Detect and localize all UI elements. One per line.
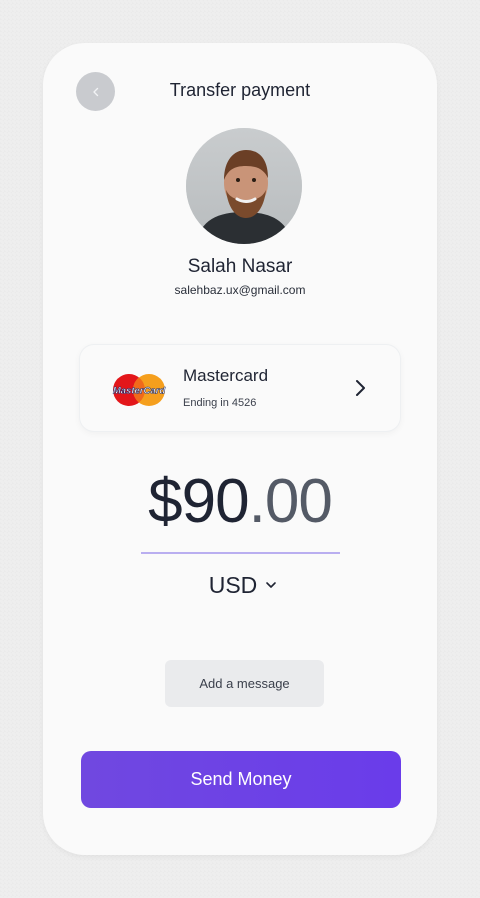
recipient-name: Salah Nasar: [187, 256, 293, 277]
currency-label: USD: [208, 571, 258, 598]
add-message-button[interactable]: Add a message: [165, 660, 324, 707]
avatar: [186, 128, 302, 244]
card-ending-label: Ending in 4526: [183, 397, 257, 409]
mastercard-logo-icon: MasterCard: [113, 374, 166, 406]
amount-underline: [141, 552, 340, 554]
amount-main: $90: [148, 467, 249, 536]
chevron-right-icon: [356, 380, 365, 396]
amount-cents: .00: [248, 467, 333, 536]
amount-display[interactable]: $90.00: [43, 471, 437, 533]
page-title: Transfer payment: [169, 80, 311, 100]
svg-text:MasterCard: MasterCard: [113, 386, 165, 397]
chevron-down-icon: [266, 582, 277, 588]
currency-dropdown[interactable]: USD: [203, 570, 283, 600]
send-money-button[interactable]: Send Money: [81, 751, 401, 808]
card-brand-label: Mastercard: [183, 366, 269, 385]
payment-method-selector[interactable]: MasterCard Mastercard Ending in 4526: [80, 345, 400, 431]
transfer-card: Transfer payment Salah Nasar salehbaz.ux…: [43, 43, 437, 855]
recipient-email: salehbaz.ux@gmail.com: [174, 283, 306, 297]
